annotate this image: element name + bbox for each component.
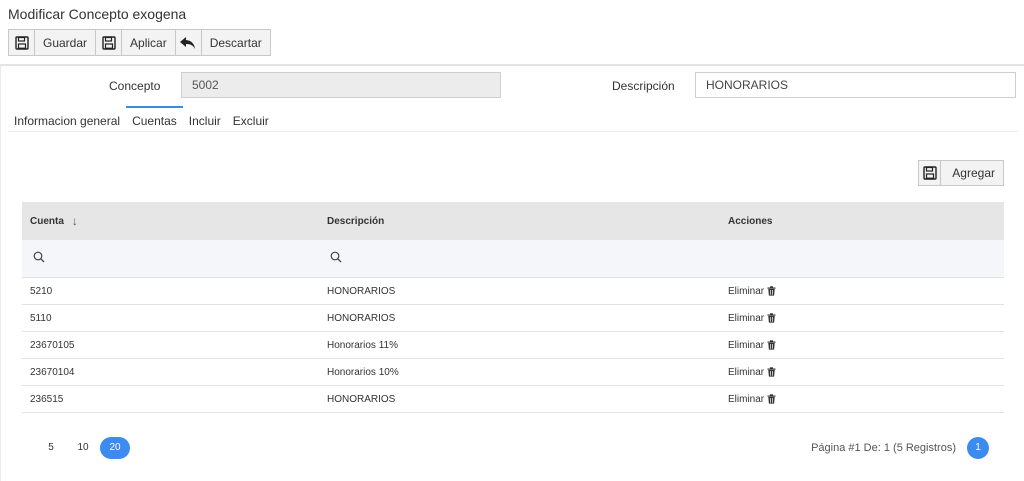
search-icon[interactable] — [30, 250, 45, 268]
delete-link-label: Eliminar — [728, 366, 765, 378]
descripcion-filter[interactable] — [319, 250, 720, 268]
descripcion-cell: HONORARIOS — [327, 285, 396, 297]
tab-bar: Informacion general Cuentas Incluir Excl… — [8, 106, 275, 132]
cuenta-cell: 236515 — [30, 393, 64, 405]
table-row: 23670105 Honorarios 11% Eliminar — [22, 332, 1004, 359]
trash-icon — [767, 367, 776, 377]
descripcion-cell: HONORARIOS — [327, 312, 396, 324]
floppy-disk-icon — [919, 161, 942, 185]
table-row: 5110 HONORARIOS Eliminar — [22, 305, 1004, 332]
floppy-disk-icon — [96, 30, 123, 55]
delete-link-label: Eliminar — [728, 312, 765, 324]
save-button-label: Guardar — [43, 35, 88, 50]
delete-link-label: Eliminar — [728, 393, 765, 405]
cuenta-cell: 5110 — [30, 312, 52, 324]
table-row: 23670104 Honorarios 10% Eliminar — [22, 359, 1004, 386]
delete-link[interactable]: Eliminar — [728, 313, 776, 324]
page-size-10[interactable]: 10 — [68, 437, 98, 459]
page-size-20[interactable]: 20 — [100, 437, 130, 459]
cuenta-filter[interactable] — [22, 250, 319, 268]
grid-filter-row — [22, 240, 1004, 278]
page-button-1[interactable]: 1 — [967, 437, 989, 459]
descripcion-cell: Honorarios 10% — [327, 366, 399, 378]
descripcion-field[interactable]: HONORARIOS — [695, 72, 1016, 98]
column-header-descripcion[interactable]: Descripción — [319, 216, 720, 227]
descripcion-cell: Honorarios 11% — [327, 339, 398, 351]
delete-link-label: Eliminar — [728, 285, 765, 297]
discard-button-label: Descartar — [209, 35, 262, 50]
delete-link[interactable]: Eliminar — [728, 340, 776, 351]
apply-button-label: Aplicar — [130, 35, 167, 50]
search-icon[interactable] — [327, 250, 342, 268]
table-row: 5210 HONORARIOS Eliminar — [22, 278, 1004, 305]
floppy-disk-icon — [9, 30, 35, 55]
page-size-selector: 5 10 20 — [36, 437, 132, 459]
delete-link[interactable]: Eliminar — [728, 394, 776, 405]
page-title: Modificar Concepto exogena — [8, 6, 187, 22]
descripcion-label: Descripción — [612, 79, 675, 93]
pager-info: Página #1 De: 1 (5 Registros) — [811, 442, 956, 454]
delete-link-label: Eliminar — [728, 339, 765, 351]
undo-arrow-icon — [175, 30, 202, 55]
descripcion-cell: HONORARIOS — [327, 393, 396, 405]
accounts-grid: Cuenta ↓ Descripción Acciones 5210 HONOR… — [22, 202, 1004, 413]
add-button-label: Agregar — [952, 166, 995, 180]
grid-header: Cuenta ↓ Descripción Acciones — [22, 202, 1004, 240]
tab-excluir[interactable]: Excluir — [227, 106, 275, 132]
trash-icon — [767, 286, 776, 296]
trash-icon — [767, 340, 776, 350]
concepto-field[interactable]: 5002 — [181, 72, 501, 98]
trash-icon — [767, 313, 776, 323]
cuenta-cell: 5210 — [30, 285, 53, 297]
tab-informacion-general[interactable]: Informacion general — [8, 106, 126, 132]
discard-button[interactable]: Descartar — [174, 29, 271, 56]
column-header-acciones: Acciones — [728, 215, 773, 227]
cuenta-cell: 23670105 — [30, 339, 75, 351]
save-button[interactable]: Guardar — [8, 29, 97, 56]
tab-incluir[interactable]: Incluir — [183, 106, 227, 132]
left-divider — [0, 66, 1, 481]
sort-down-icon[interactable]: ↓ — [72, 214, 78, 228]
delete-link[interactable]: Eliminar — [728, 286, 776, 297]
table-row: 236515 HONORARIOS Eliminar — [22, 386, 1004, 413]
top-divider — [0, 64, 1024, 66]
delete-link[interactable]: Eliminar — [728, 367, 776, 378]
page-size-5[interactable]: 5 — [36, 437, 66, 459]
concepto-label: Concepto — [109, 79, 161, 93]
tab-cuentas[interactable]: Cuentas — [126, 106, 183, 132]
column-header-label: Cuenta — [30, 215, 64, 227]
tabs-divider — [8, 131, 1018, 132]
column-header-cuenta[interactable]: Cuenta ↓ — [22, 214, 319, 228]
cuenta-cell: 23670104 — [30, 366, 75, 378]
trash-icon — [767, 394, 776, 404]
apply-button[interactable]: Aplicar — [95, 29, 176, 56]
toolbar: Guardar Aplicar Descartar — [8, 29, 271, 56]
add-button[interactable]: Agregar — [918, 160, 1004, 186]
